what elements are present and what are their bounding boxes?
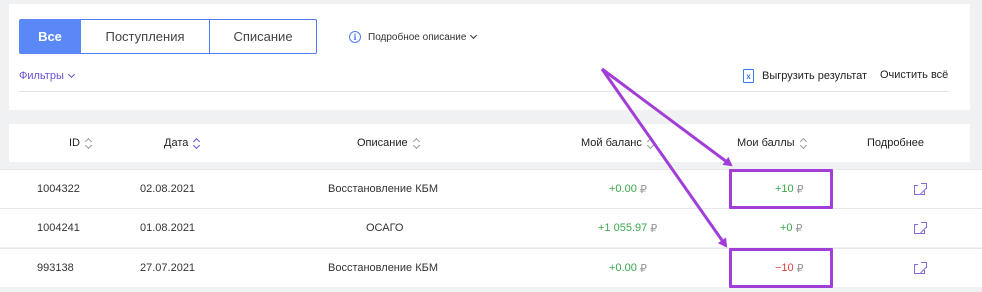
- column-details-label: Подробнее: [867, 137, 925, 149]
- cell-details: [914, 170, 928, 208]
- annotation-highlight: [729, 169, 833, 209]
- external-link-icon[interactable]: [914, 261, 928, 275]
- sort-icon: [412, 137, 420, 149]
- balance-value: +0.00: [609, 183, 637, 195]
- sort-icon: [84, 137, 93, 149]
- sort-icon: [799, 137, 807, 149]
- cell-balance: +1 055.97 ₽: [598, 209, 657, 247]
- tab-writeoff[interactable]: Списание: [210, 19, 317, 54]
- cell-id: 1004241: [37, 222, 80, 234]
- clear-all-button[interactable]: Очистить всё: [880, 69, 948, 81]
- filters-dropdown[interactable]: Фильтры: [19, 70, 75, 82]
- tab-all[interactable]: Все: [19, 19, 81, 54]
- cell-id: 993138: [37, 262, 74, 274]
- sort-icon: [646, 137, 654, 149]
- column-date[interactable]: Дата: [164, 124, 201, 162]
- table-header: ID Дата Описание Мой баланс Мои баллы По…: [9, 124, 970, 162]
- cell-id: 1004322: [37, 183, 80, 195]
- balance-value: +1 055.97: [598, 222, 648, 234]
- cell-details: [914, 209, 928, 247]
- column-points-label: Мои баллы: [737, 137, 795, 149]
- external-link-icon[interactable]: [914, 182, 928, 196]
- column-balance-label: Мой баланс: [581, 137, 642, 149]
- cell-date: 27.07.2021: [140, 262, 196, 274]
- balance-value: +0.00: [609, 262, 637, 274]
- column-description[interactable]: Описание: [357, 124, 420, 162]
- detailed-description-toggle[interactable]: i Подробное описание: [349, 31, 478, 43]
- info-icon: i: [349, 31, 361, 43]
- column-date-label: Дата: [164, 137, 189, 149]
- cell-description: Восстановление КБМ: [328, 183, 438, 195]
- excel-icon: x: [743, 69, 754, 83]
- annotation-highlight: [729, 248, 833, 288]
- cell-balance: +0.00 ₽: [609, 249, 647, 287]
- cell-balance: +0.00 ₽: [609, 170, 647, 208]
- cell-details: [914, 249, 928, 287]
- column-balance[interactable]: Мой баланс: [581, 124, 654, 162]
- export-label: Выгрузить результат: [762, 70, 868, 82]
- cell-date: 02.08.2021: [140, 183, 196, 195]
- column-description-label: Описание: [357, 137, 408, 149]
- detailed-description-label: Подробное описание: [368, 31, 467, 43]
- cell-date: 01.08.2021: [140, 222, 196, 234]
- cell-description: Восстановление КБМ: [328, 262, 438, 274]
- currency-sign: ₽: [650, 222, 658, 235]
- column-details: Подробнее: [867, 124, 924, 162]
- points-value: +0: [780, 222, 793, 234]
- external-link-icon[interactable]: [914, 221, 928, 235]
- divider: [19, 91, 950, 92]
- sort-icon: [193, 137, 201, 149]
- column-points[interactable]: Мои баллы: [737, 124, 807, 162]
- table-row[interactable]: 993138 27.07.2021 Восстановление КБМ +0.…: [0, 248, 982, 287]
- table-row[interactable]: 1004241 01.08.2021 ОСАГО +1 055.97 ₽ +0 ₽: [0, 208, 982, 247]
- chevron-down-icon: [470, 31, 478, 40]
- tab-group: Все Поступления Списание: [19, 19, 317, 54]
- currency-sign: ₽: [639, 262, 647, 275]
- cell-description: ОСАГО: [366, 222, 404, 234]
- filters-label: Фильтры: [19, 70, 64, 82]
- cell-points: +0 ₽: [780, 209, 803, 247]
- currency-sign: ₽: [639, 183, 647, 196]
- table-row[interactable]: 1004322 02.08.2021 Восстановление КБМ +0…: [0, 169, 982, 208]
- column-id-label: ID: [69, 137, 80, 149]
- export-button[interactable]: x Выгрузить результат: [743, 69, 867, 83]
- column-id[interactable]: ID: [69, 124, 93, 162]
- chevron-down-icon: [67, 70, 75, 79]
- tab-income[interactable]: Поступления: [81, 19, 210, 54]
- currency-sign: ₽: [795, 222, 803, 235]
